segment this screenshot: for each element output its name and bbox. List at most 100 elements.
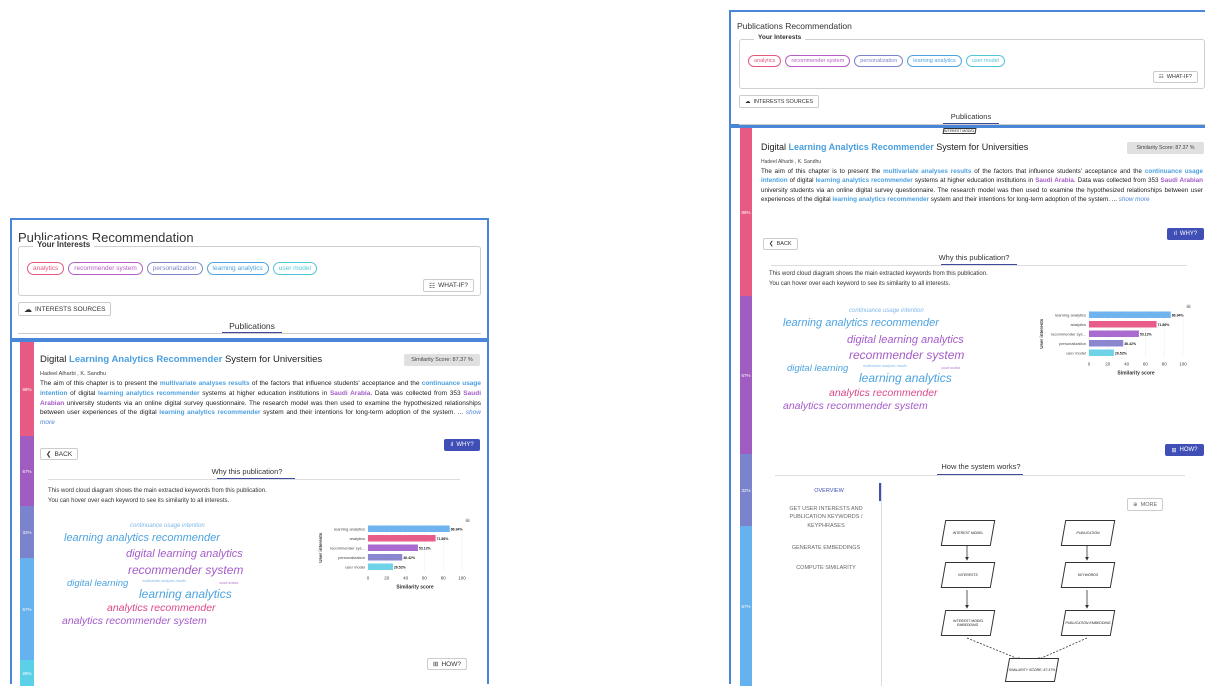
tab-divider <box>18 333 481 334</box>
why-divider <box>48 479 460 480</box>
back-button[interactable]: ❮ BACK <box>40 448 79 460</box>
left-panel: Publications Recommendation Your Interes… <box>10 218 489 340</box>
cloud-icon-right: ☁ <box>745 98 751 105</box>
chart-bar <box>1089 330 1139 337</box>
tune-icon-right: ☷ <box>1158 74 1164 80</box>
score-sidebar-right: 88% 67% 32% 67% <box>740 128 752 686</box>
kw-analytics-rec-sys[interactable]: analytics recommender system <box>62 615 207 627</box>
chart-bar <box>1089 340 1124 347</box>
kw-multivariate-r[interactable]: multivariate analyses results <box>863 364 907 368</box>
chart-xtick-label: 100 <box>1179 362 1187 367</box>
interests-sources-button[interactable]: ☁ INTERESTS SOURCES <box>18 302 112 316</box>
chart-bar <box>1089 321 1157 328</box>
tab-divider-right <box>739 124 1205 125</box>
chart-category-label: analytics <box>1070 322 1086 327</box>
how-nav-similarity[interactable]: COMPUTE SIMILARITY <box>775 564 877 572</box>
chart-xtick-label: 0 <box>1088 362 1091 367</box>
chart-xtick-label: 20 <box>384 576 390 581</box>
kw-continuance-r[interactable]: continuance usage intention <box>849 308 924 314</box>
left-pub-card: 88% 67% 32% 67% 28% Digital Learning Ana… <box>10 340 489 686</box>
chart-y-axis-label: User interests <box>318 532 323 563</box>
chart-data-label: 71.86% <box>1158 323 1171 327</box>
right-panel: Publications Recommendation Your Interes… <box>729 10 1205 126</box>
kw-lar-r[interactable]: learning analytics recommender <box>783 317 939 329</box>
flow-interest-embedding: INTEREST MODEL EMBEDDING <box>940 610 996 636</box>
chip-recommender-system-r[interactable]: recommender system <box>785 55 851 67</box>
whatif-label-right: WHAT-IF? <box>1166 74 1192 80</box>
why-button[interactable]: ıl WHY? <box>444 439 480 451</box>
tab-publications-right[interactable]: Publications <box>941 112 1001 121</box>
why-button-right[interactable]: ıl WHY? <box>1167 228 1204 240</box>
publication-title-right[interactable]: Digital Learning Analytics Recommender S… <box>761 142 1028 152</box>
chart-category-label: user model <box>345 565 365 570</box>
chart-xtick-label: 60 <box>422 576 428 581</box>
sidebar-seg-r2: 67% <box>740 296 752 454</box>
chart-xtick-label: 40 <box>403 576 409 581</box>
similarity-bar-chart: ≡ 0 20 40 60 80 100 learning analytics 86.94% ana… <box>318 518 470 591</box>
chip-user-model[interactable]: user model <box>272 262 317 275</box>
kw-saudi-r[interactable]: saudi arabia <box>941 366 960 370</box>
interest-chips: analytics recommender system personaliza… <box>27 262 317 275</box>
flow-interest-model: INTEREST MODEL <box>942 128 977 134</box>
interests-box-right: Your Interests analytics recommender sys… <box>739 34 1205 89</box>
authors: Hadeel Alharbi , K. Sandhu <box>40 371 107 377</box>
chip-user-model-r[interactable]: user model <box>965 55 1006 67</box>
chip-learning-analytics-r[interactable]: learning analytics <box>907 55 962 67</box>
chart-xtick-label: 100 <box>458 576 466 581</box>
kw-analytics-rec-r[interactable]: analytics recommender <box>829 387 938 399</box>
kw-recsys[interactable]: recommender system <box>128 563 243 577</box>
kw-learning-analytics[interactable]: learning analytics <box>139 587 232 601</box>
interests-sources-button-right[interactable]: ☁ INTERESTS SOURCES <box>739 95 820 108</box>
kw-multivariate[interactable]: multivariate analyses results <box>142 579 186 583</box>
why-divider-right <box>771 265 1187 266</box>
how-button-right[interactable]: ⊞ HOW? <box>1165 444 1204 456</box>
similarity-bar-chart-right: ≡ 0 20 40 60 80 100 learning analytics 86.94% ana… <box>1039 304 1191 377</box>
back-button-right[interactable]: ❮ BACK <box>763 238 798 250</box>
kw-lar[interactable]: learning analytics recommender <box>64 532 220 544</box>
chip-analytics[interactable]: analytics <box>27 262 65 275</box>
chip-learning-analytics[interactable]: learning analytics <box>206 262 269 275</box>
chip-personalization[interactable]: personalization <box>146 262 203 275</box>
chart-data-label: 86.94% <box>451 528 464 532</box>
authors-right: Hadeel Alharbi , K. Sandhu <box>761 159 822 165</box>
abstract: The aim of this chapter is to present th… <box>40 380 482 426</box>
bar-chart-icon-right: ıl <box>1173 231 1177 237</box>
similarity-badge-right: Similarity Score: 87.37 % <box>1127 142 1204 154</box>
chart-xtick-label: 80 <box>1162 362 1168 367</box>
how-nav-embeddings[interactable]: GENERATE EMBEDDINGS <box>775 544 877 552</box>
kw-digital-learning-r[interactable]: digital learning <box>787 363 848 374</box>
kw-digital-la-r[interactable]: digital learning analytics <box>847 334 964 346</box>
flow-icon: ⊞ <box>433 661 439 668</box>
chart-category-label: analytics <box>349 536 365 541</box>
publication-title[interactable]: Digital Learning Analytics Recommender S… <box>40 354 322 365</box>
tab-publications[interactable]: Publications <box>222 321 282 331</box>
chart-xtick-label: 20 <box>1105 362 1111 367</box>
chart-data-label: 26.52% <box>1115 352 1128 356</box>
plus-circle-icon: ⊕ <box>1133 501 1138 508</box>
chart-data-label: 36.42% <box>403 556 416 560</box>
kw-continuance[interactable]: continuance usage intention <box>130 523 205 529</box>
kw-digital-learning[interactable]: digital learning <box>67 578 128 589</box>
chip-personalization-r[interactable]: personalization <box>854 55 904 67</box>
chart-bar <box>368 563 393 570</box>
whatif-button-right[interactable]: ☷ WHAT-IF? <box>1152 71 1198 83</box>
right-pub-card: 88% 67% 32% 67% Digital Learning Analyti… <box>729 126 1205 686</box>
whatif-button[interactable]: ☷ WHAT-IF? <box>422 279 474 292</box>
why-title: Why this publication? <box>211 467 283 476</box>
how-nav-overview[interactable]: OVERVIEW <box>779 487 879 495</box>
chart-category-label: personalization <box>1059 341 1086 346</box>
chip-recommender-system[interactable]: recommender system <box>68 262 143 275</box>
interests-sources-label: INTERESTS SOURCES <box>35 305 106 313</box>
kw-digital-la[interactable]: digital learning analytics <box>126 548 243 560</box>
kw-analytics-rec[interactable]: analytics recommender <box>107 602 216 614</box>
chart-y-axis-label: User interests <box>1039 318 1044 349</box>
kw-analytics-rec-sys-r[interactable]: analytics recommender system <box>783 400 928 412</box>
tune-icon: ☷ <box>428 282 436 290</box>
chip-analytics-r[interactable]: analytics <box>748 55 782 67</box>
how-nav-keywords[interactable]: GET USER INTERESTS AND PUBLICATION KEYWO… <box>775 505 877 530</box>
show-more-link-right[interactable]: show more <box>1119 196 1150 203</box>
how-button[interactable]: ⊞ HOW? <box>427 658 467 670</box>
kw-saudi[interactable]: saudi arabia <box>219 581 238 585</box>
kw-recsys-r[interactable]: recommender system <box>849 348 964 362</box>
kw-learning-analytics-r[interactable]: learning analytics <box>859 371 952 385</box>
